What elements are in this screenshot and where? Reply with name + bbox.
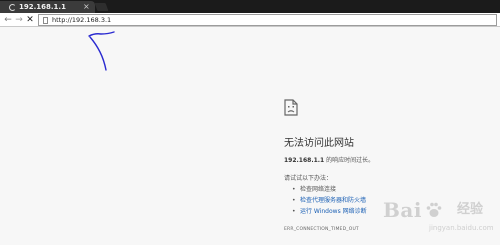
error-code: ERR_CONNECTION_TIMED_OUT (284, 227, 359, 232)
watermark-jingyan: 经验 (457, 202, 484, 217)
baidu-paw-icon (426, 202, 442, 217)
try-heading: 请试试以下办法： (284, 175, 333, 182)
suggestion-check-network: 检查网络连接 (292, 184, 367, 195)
error-title: 无法访问此网站 (284, 138, 354, 149)
watermark: Bai 经验 jingyan.baidu.com (383, 197, 500, 245)
error-host: 192.168.1.1 (284, 157, 325, 164)
error-description-text: 的响应时间过长。 (324, 157, 375, 164)
error-description: 192.168.1.1 的响应时间过长。 (284, 157, 374, 165)
watermark-brand: Bai (383, 198, 422, 222)
watermark-domain: jingyan.baidu.com (429, 224, 494, 232)
suggestion-check-proxy-link[interactable]: 检查代理服务器和防火墙 (292, 195, 367, 206)
suggestion-network-diagnostics-link[interactable]: 运行 Windows 网络诊断 (292, 206, 367, 217)
sad-page-icon (284, 99, 298, 116)
suggestion-list: 检查网络连接 检查代理服务器和防火墙 运行 Windows 网络诊断 (292, 184, 367, 217)
